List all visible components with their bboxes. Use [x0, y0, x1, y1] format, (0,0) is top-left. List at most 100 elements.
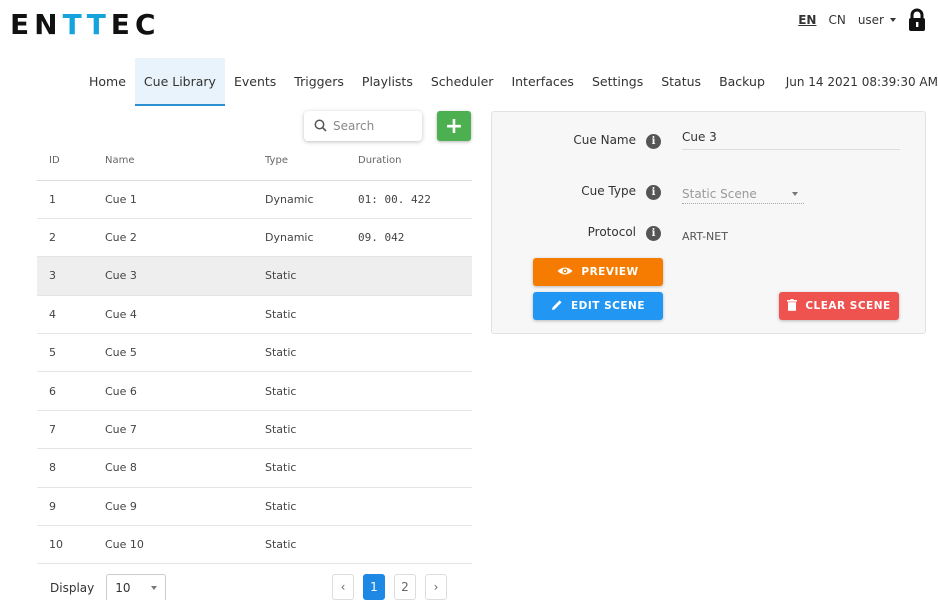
table-row[interactable]: 4 Cue 4 Static [37, 295, 472, 335]
search-icon [314, 117, 327, 136]
nav-triggers[interactable]: Triggers [285, 58, 353, 106]
next-page-button[interactable]: › [425, 574, 447, 600]
table-row[interactable]: 9 Cue 9 Static [37, 487, 472, 527]
enttec-logo: ENTTEC [10, 6, 161, 42]
protocol-value: ART-NET [682, 230, 728, 243]
cell-name: Cue 10 [105, 525, 265, 565]
column-header-duration[interactable]: Duration [358, 142, 472, 181]
table-row[interactable]: 2 Cue 2 Dynamic 09. 042 [37, 218, 472, 258]
protocol-label: Protocol [587, 225, 636, 239]
nav-home[interactable]: Home [80, 58, 135, 106]
lang-en-link[interactable]: EN [798, 13, 816, 27]
cell-type: Dynamic [265, 180, 358, 219]
lang-cn-link[interactable]: CN [828, 13, 845, 27]
cell-duration: 09. 042 [358, 218, 472, 258]
cue-detail-panel: Cue Name i Cue 3 Cue Type i Static Scene… [491, 111, 926, 334]
cell-duration [358, 333, 472, 373]
cue-type-select[interactable]: Static Scene [682, 184, 804, 204]
cell-name: Cue 2 [105, 218, 265, 258]
display-count-control: Display 10 [50, 574, 167, 600]
cell-type: Static [265, 371, 358, 411]
prev-page-button[interactable]: ‹ [332, 574, 354, 600]
table-row[interactable]: 1 Cue 1 Dynamic 01: 00. 422 [37, 180, 472, 219]
nav-backup[interactable]: Backup [710, 58, 774, 106]
table-row-selected[interactable]: 3 Cue 3 Static [37, 256, 472, 296]
pagination: ‹ 1 2 › [332, 574, 447, 600]
cell-name: Cue 5 [105, 333, 265, 373]
cell-duration [358, 410, 472, 450]
cell-name: Cue 7 [105, 410, 265, 450]
user-menu[interactable]: user [858, 13, 896, 27]
page-button-1[interactable]: 1 [363, 574, 385, 600]
logo-letter: T [86, 7, 111, 41]
nav-playlists[interactable]: Playlists [353, 58, 422, 106]
cell-duration [358, 295, 472, 335]
cell-duration: 01: 00. 422 [358, 180, 472, 219]
cell-id: 8 [37, 448, 105, 488]
cell-type: Static [265, 525, 358, 565]
logo-letter: T [62, 7, 87, 41]
display-label: Display [50, 581, 95, 595]
cell-name: Cue 1 [105, 180, 265, 219]
pencil-icon [551, 299, 563, 314]
info-icon[interactable]: i [646, 185, 661, 200]
table-row[interactable]: 6 Cue 6 Static [37, 371, 472, 411]
column-header-type[interactable]: Type [265, 142, 358, 181]
user-label: user [857, 13, 884, 27]
cell-id: 7 [37, 410, 105, 450]
table-row[interactable]: 8 Cue 8 Static [37, 448, 472, 488]
cell-duration [358, 256, 472, 296]
table-row[interactable]: 5 Cue 5 Static [37, 333, 472, 373]
cell-duration [358, 487, 472, 527]
cell-type: Static [265, 410, 358, 450]
edit-scene-label: EDIT SCENE [570, 300, 645, 312]
search-box[interactable] [304, 111, 422, 141]
cell-id: 2 [37, 218, 105, 258]
cell-duration [358, 448, 472, 488]
cell-type: Dynamic [265, 218, 358, 258]
cell-duration [358, 525, 472, 565]
cell-type: Static [265, 333, 358, 373]
eye-icon [557, 266, 573, 279]
table-row[interactable]: 7 Cue 7 Static [37, 410, 472, 450]
logo-letter: C [134, 7, 161, 41]
table-header-row: ID Name Type Duration [37, 142, 472, 181]
cell-name: Cue 3 [105, 256, 265, 296]
nav-events[interactable]: Events [225, 58, 285, 106]
table-row[interactable]: 10 Cue 10 Static [37, 525, 472, 565]
cell-id: 6 [37, 371, 105, 411]
nav-settings[interactable]: Settings [583, 58, 652, 106]
nav-interfaces[interactable]: Interfaces [502, 58, 582, 106]
clear-scene-button[interactable]: CLEAR SCENE [779, 292, 899, 320]
logo-letter: E [10, 7, 35, 41]
cell-id: 1 [37, 180, 105, 219]
page-button-2[interactable]: 2 [394, 574, 416, 600]
cell-duration [358, 371, 472, 411]
cell-type: Static [265, 295, 358, 335]
edit-scene-button[interactable]: EDIT SCENE [533, 292, 663, 320]
caret-down-icon [890, 18, 896, 22]
info-icon[interactable]: i [646, 226, 661, 241]
cue-type-label: Cue Type [581, 184, 636, 198]
logo-letter: N [34, 7, 63, 41]
column-header-name[interactable]: Name [105, 142, 265, 181]
column-header-id[interactable]: ID [37, 142, 105, 181]
display-count-value: 10 [115, 581, 131, 595]
nav-status[interactable]: Status [652, 58, 710, 106]
lock-icon[interactable] [908, 8, 926, 32]
display-count-select[interactable]: 10 [106, 574, 167, 600]
add-cue-button[interactable]: + [437, 111, 471, 141]
preview-label: PREVIEW [581, 266, 639, 278]
nav-scheduler[interactable]: Scheduler [422, 58, 503, 106]
cell-type: Static [265, 487, 358, 527]
info-icon[interactable]: i [646, 134, 661, 149]
nav-cue-library[interactable]: Cue Library [134, 58, 225, 106]
cue-name-field[interactable]: Cue 3 [682, 130, 900, 150]
preview-button[interactable]: PREVIEW [533, 258, 663, 286]
header-controls: EN CN user [798, 8, 926, 32]
logo-letter: E [110, 7, 135, 41]
cell-id: 10 [37, 525, 105, 565]
cell-name: Cue 8 [105, 448, 265, 488]
search-input[interactable] [333, 119, 413, 133]
caret-down-icon [792, 191, 798, 196]
